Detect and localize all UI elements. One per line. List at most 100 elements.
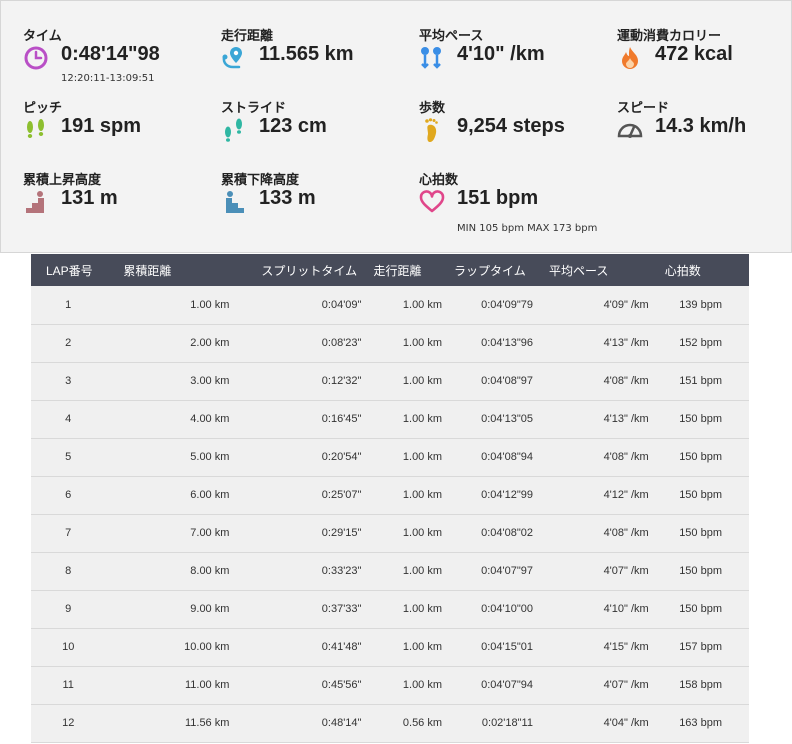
lap-distance-cell: 1.00 km (361, 286, 443, 325)
stat-subtext: 12:20:11-13:09:51 (61, 73, 155, 84)
lap-number-cell: 11 (31, 666, 106, 705)
lap-time-cell: 0:04'13"05 (442, 400, 533, 439)
table-row: 12 11.56 km 0:48'14" 0.56 km 0:02'18"11 4'04"… (31, 704, 749, 743)
lap-number-cell: 1 (31, 286, 106, 325)
table-row: 10 10.00 km 0:41'48" 1.00 km 0:04'15"01 4'15"… (31, 628, 749, 667)
stat-label: スピード (617, 101, 670, 116)
stat-value: 151 bpm (457, 187, 539, 209)
stat-value: 191 spm (61, 115, 142, 137)
heart-rate-cell: 158 bpm (648, 666, 749, 705)
pace-icon (419, 45, 445, 71)
split-time-cell: 0:33'23" (229, 552, 362, 591)
lap-distance-cell: 1.00 km (361, 590, 443, 629)
average-pace-cell: 4'13" /km (532, 400, 649, 439)
split-time-cell: 0:12'32" (229, 362, 362, 401)
heart-rate-cell: 150 bpm (648, 400, 749, 439)
cumulative-distance-cell: 2.00 km (105, 324, 230, 363)
split-time-cell: 0:45'56" (229, 666, 362, 705)
split-time-cell: 0:29'15" (229, 514, 362, 553)
lap-distance-cell: 1.00 km (361, 552, 443, 591)
lap-number-cell: 10 (31, 628, 106, 667)
lap-table-header: LAP番号 累積距離 スプリットタイム 走行距離 ラップタイム 平均ペース 心拍… (31, 254, 749, 286)
lap-number-cell: 8 (31, 552, 106, 591)
stat-value: 11.565 km (259, 43, 354, 65)
stat-subtext: MIN 105 bpm MAX 173 bpm (457, 223, 598, 234)
workout-summary: タイム 0:48'14"98 12:20:11-13:09:51 走行距離 11… (0, 0, 792, 253)
stat-value: 9,254 steps (457, 115, 565, 137)
lap-number-cell: 5 (31, 438, 106, 477)
stat-label: 平均ペース (419, 29, 484, 44)
lap-table: LAP番号 累積距離 スプリットタイム 走行距離 ラップタイム 平均ペース 心拍… (31, 254, 749, 743)
stat-value: 133 m (259, 187, 316, 209)
lap-distance-cell: 1.00 km (361, 628, 443, 667)
stat-label: ピッチ (23, 101, 63, 116)
average-pace-cell: 4'08" /km (532, 362, 649, 401)
lap-distance-cell: 1.00 km (361, 438, 443, 477)
cumulative-distance-cell: 5.00 km (105, 438, 230, 477)
lap-time-cell: 0:04'10"00 (442, 590, 533, 629)
split-time-cell: 0:41'48" (229, 628, 362, 667)
cumulative-distance-cell: 9.00 km (105, 590, 230, 629)
table-row: 7 7.00 km 0:29'15" 1.00 km 0:04'08"02 4'08" /… (31, 514, 749, 553)
split-time-cell: 0:48'14" (229, 704, 362, 743)
lap-number-cell: 3 (31, 362, 106, 401)
lap-distance-cell: 1.00 km (361, 324, 443, 363)
stat-label: 歩数 (419, 101, 446, 116)
column-header: 走行距離 (373, 263, 422, 278)
cumulative-distance-cell: 3.00 km (105, 362, 230, 401)
table-row: 3 3.00 km 0:12'32" 1.00 km 0:04'08"97 4'08" /… (31, 362, 749, 401)
lap-table-body: 1 1.00 km 0:04'09" 1.00 km 0:04'09"79 4'09" /… (31, 286, 749, 743)
flame-icon (617, 45, 643, 71)
split-time-cell: 0:25'07" (229, 476, 362, 515)
stat-label: 累積上昇高度 (23, 173, 102, 188)
column-header: 心拍数 (664, 263, 701, 278)
stat-value: 123 cm (259, 115, 327, 137)
table-row: 8 8.00 km 0:33'23" 1.00 km 0:04'07"97 4'07" /… (31, 552, 749, 591)
column-header: スプリットタイム (261, 263, 358, 278)
lap-distance-cell: 1.00 km (361, 514, 443, 553)
lap-number-cell: 4 (31, 400, 106, 439)
speedometer-icon (617, 117, 643, 143)
stride-icon (221, 117, 247, 143)
average-pace-cell: 4'15" /km (532, 628, 649, 667)
lap-distance-cell: 1.00 km (361, 666, 443, 705)
cumulative-distance-cell: 10.00 km (105, 628, 230, 667)
average-pace-cell: 4'13" /km (532, 324, 649, 363)
table-row: 1 1.00 km 0:04'09" 1.00 km 0:04'09"79 4'09" /… (31, 286, 749, 325)
cumulative-distance-cell: 7.00 km (105, 514, 230, 553)
column-header: 平均ペース (548, 263, 609, 278)
column-header: ラップタイム (454, 263, 526, 278)
cumulative-distance-cell: 1.00 km (105, 286, 230, 325)
stat-value: 14.3 km/h (655, 115, 747, 137)
heart-rate-cell: 150 bpm (648, 590, 749, 629)
average-pace-cell: 4'08" /km (532, 438, 649, 477)
cumulative-distance-cell: 4.00 km (105, 400, 230, 439)
heart-rate-cell: 152 bpm (648, 324, 749, 363)
lap-distance-cell: 1.00 km (361, 476, 443, 515)
stat-label: 走行距離 (221, 29, 274, 44)
cumulative-distance-cell: 6.00 km (105, 476, 230, 515)
split-time-cell: 0:16'45" (229, 400, 362, 439)
table-row: 5 5.00 km 0:20'54" 1.00 km 0:04'08"94 4'08" /… (31, 438, 749, 477)
stat-value: 131 m (61, 187, 118, 209)
lap-time-cell: 0:04'07"97 (442, 552, 533, 591)
average-pace-cell: 4'04" /km (532, 704, 649, 743)
cumulative-distance-cell: 11.00 km (105, 666, 230, 705)
lap-time-cell: 0:04'07"94 (442, 666, 533, 705)
heart-icon (419, 189, 445, 215)
stat-label: 心拍数 (419, 173, 459, 188)
heart-rate-cell: 150 bpm (648, 552, 749, 591)
lap-time-cell: 0:04'08"97 (442, 362, 533, 401)
lap-time-cell: 0:04'09"79 (442, 286, 533, 325)
lap-number-cell: 12 (31, 704, 106, 743)
split-time-cell: 0:37'33" (229, 590, 362, 629)
lap-number-cell: 2 (31, 324, 106, 363)
lap-number-cell: 6 (31, 476, 106, 515)
lap-time-cell: 0:04'12"99 (442, 476, 533, 515)
heart-rate-cell: 151 bpm (648, 362, 749, 401)
lap-time-cell: 0:04'13"96 (442, 324, 533, 363)
table-row: 2 2.00 km 0:08'23" 1.00 km 0:04'13"96 4'13" /… (31, 324, 749, 363)
lap-time-cell: 0:04'08"94 (442, 438, 533, 477)
heart-rate-cell: 157 bpm (648, 628, 749, 667)
clock-icon (23, 45, 49, 71)
